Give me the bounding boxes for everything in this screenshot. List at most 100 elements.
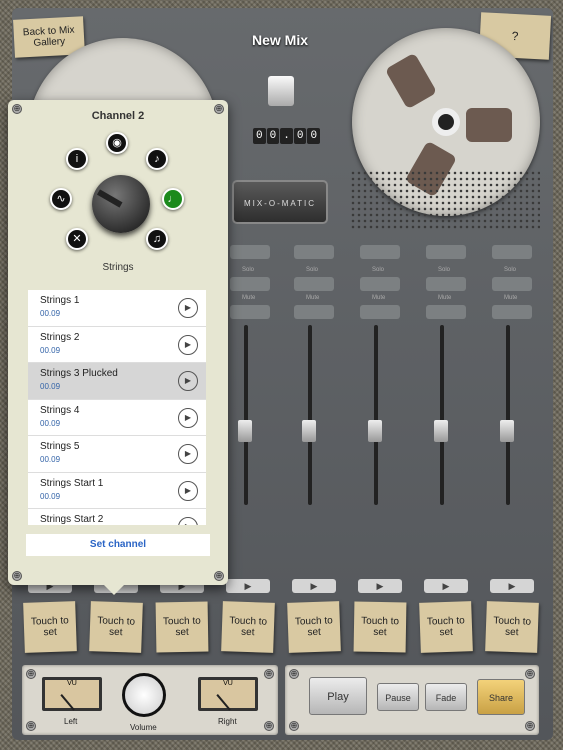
- screw-icon: ⊕: [264, 721, 274, 731]
- input-button[interactable]: [360, 245, 400, 259]
- left-meter-label: Left: [64, 717, 78, 726]
- dial-pointer: [96, 189, 123, 208]
- piano-icon[interactable]: ♪: [146, 148, 168, 170]
- touch-to-set-button[interactable]: Touch to set: [353, 601, 407, 653]
- screw-icon: ⊕: [525, 721, 535, 731]
- vu-label: VU: [67, 680, 77, 687]
- mute-label: Mute: [306, 295, 320, 301]
- list-item[interactable]: Strings 1 00.09 ▶: [28, 290, 206, 327]
- touch-to-set-button[interactable]: Touch to set: [155, 601, 209, 653]
- guitar-icon[interactable]: ♩: [162, 188, 184, 210]
- touch-to-set-button[interactable]: Touch to set: [89, 601, 143, 653]
- mute-label: Mute: [438, 295, 452, 301]
- play-icon[interactable]: ▶: [178, 480, 198, 501]
- reel-window: [466, 108, 512, 142]
- counter-digit: 0: [293, 128, 307, 144]
- speaker-grille: [350, 170, 540, 230]
- touch-to-set-button[interactable]: Touch to set: [23, 601, 77, 653]
- solo-label: Solo: [438, 267, 451, 273]
- volume-fader[interactable]: [238, 420, 252, 442]
- list-item[interactable]: Strings Start 1 00.09 ▶: [28, 473, 206, 509]
- volume-fader[interactable]: [434, 420, 448, 442]
- volume-fader[interactable]: [368, 420, 382, 442]
- channel-strip: Solo Mute: [422, 235, 466, 580]
- mute-button[interactable]: [492, 305, 532, 319]
- channel-strip: Solo Mute: [488, 235, 532, 580]
- solo-button[interactable]: [426, 277, 466, 291]
- info-icon[interactable]: i: [66, 148, 88, 170]
- solo-button[interactable]: [360, 277, 400, 291]
- touch-to-set-button[interactable]: Touch to set: [485, 601, 539, 653]
- fader-rail: [440, 325, 444, 505]
- channel-play-button[interactable]: ▶: [226, 579, 270, 593]
- list-item[interactable]: Strings 5 00.09 ▶: [28, 436, 206, 473]
- fader-rail: [308, 325, 312, 505]
- fader-rail: [506, 325, 510, 505]
- touch-to-set-button[interactable]: Touch to set: [419, 601, 473, 653]
- touch-to-set-button[interactable]: Touch to set: [221, 601, 275, 653]
- screw-icon: ⊕: [264, 669, 274, 679]
- time-counter: 0 0 . 0 0: [253, 128, 321, 144]
- popover-title: Channel 2: [91, 110, 145, 122]
- volume-knob[interactable]: [122, 673, 166, 717]
- right-vu-meter: VU: [198, 677, 258, 711]
- solo-button[interactable]: [294, 277, 334, 291]
- drums-icon[interactable]: ◉: [106, 132, 128, 154]
- volume-fader[interactable]: [500, 420, 514, 442]
- list-item[interactable]: Strings 3 Plucked 00.09 ▶: [28, 363, 206, 400]
- left-vu-meter: VU: [42, 677, 102, 711]
- mute-button[interactable]: [360, 305, 400, 319]
- category-dial[interactable]: [92, 175, 150, 233]
- pause-button[interactable]: Pause: [377, 683, 419, 711]
- screw-icon: ⊕: [289, 721, 299, 731]
- fade-button[interactable]: Fade: [425, 683, 467, 711]
- play-icon[interactable]: ▶: [178, 334, 198, 355]
- sample-list[interactable]: Strings 1 00.09 ▶ Strings 2 00.09 ▶ Stri…: [28, 290, 206, 525]
- channel-play-button[interactable]: ▶: [358, 579, 402, 593]
- waveform-icon[interactable]: ∿: [50, 188, 72, 210]
- input-button[interactable]: [294, 245, 334, 259]
- touch-to-set-button[interactable]: Touch to set: [287, 601, 341, 653]
- screw-icon: ⊕: [12, 571, 22, 581]
- play-icon[interactable]: ▶: [178, 444, 198, 464]
- list-item[interactable]: Strings 4 00.09 ▶: [28, 400, 206, 436]
- bass-icon[interactable]: ♫: [146, 228, 168, 250]
- input-button[interactable]: [492, 245, 532, 259]
- screw-icon: ⊕: [289, 669, 299, 679]
- screw-icon: ⊕: [214, 571, 224, 581]
- fader-rail: [244, 325, 248, 505]
- mute-label: Mute: [372, 295, 386, 301]
- play-button[interactable]: Play: [309, 677, 367, 715]
- counter-digit: 0: [307, 128, 321, 144]
- share-button[interactable]: Share: [477, 679, 525, 715]
- volume-fader[interactable]: [302, 420, 316, 442]
- channel-popover: ⊕ ⊕ ⊕ ⊕ Channel 2 ◉ i ♪ ∿ ♩ ✕ ♫ Strings …: [8, 100, 228, 595]
- channel-play-button[interactable]: ▶: [490, 579, 534, 593]
- right-meter-label: Right: [218, 717, 237, 726]
- reel-window: [384, 52, 438, 110]
- list-item[interactable]: Strings Start 2 ▶: [28, 509, 206, 525]
- mute-button[interactable]: [294, 305, 334, 319]
- input-button[interactable]: [230, 245, 270, 259]
- set-channel-button[interactable]: Set channel: [26, 534, 210, 556]
- solo-label: Solo: [306, 267, 319, 273]
- meter-panel: ⊕ ⊕ ⊕ ⊕ VU Left Volume VU Right: [22, 665, 278, 735]
- brand-plate: MIX-O-MATIC: [232, 180, 328, 224]
- solo-button[interactable]: [492, 277, 532, 291]
- play-icon[interactable]: ▶: [178, 371, 198, 391]
- play-icon[interactable]: ▶: [178, 407, 198, 428]
- counter-digit: .: [280, 128, 293, 144]
- channel-play-button[interactable]: ▶: [424, 579, 468, 593]
- channel-play-button[interactable]: ▶: [292, 579, 336, 593]
- counter-digit: 0: [253, 128, 266, 144]
- solo-button[interactable]: [230, 277, 270, 291]
- transport-panel: ⊕ ⊕ ⊕ ⊕ Play Pause Fade Share: [285, 665, 539, 735]
- solo-label: Solo: [372, 267, 385, 273]
- mute-button[interactable]: [230, 305, 270, 319]
- mute-button[interactable]: [426, 305, 466, 319]
- clear-icon[interactable]: ✕: [66, 228, 88, 250]
- input-button[interactable]: [426, 245, 466, 259]
- play-icon[interactable]: ▶: [178, 298, 198, 318]
- list-item[interactable]: Strings 2 00.09 ▶: [28, 327, 206, 363]
- tape-head: [268, 76, 294, 106]
